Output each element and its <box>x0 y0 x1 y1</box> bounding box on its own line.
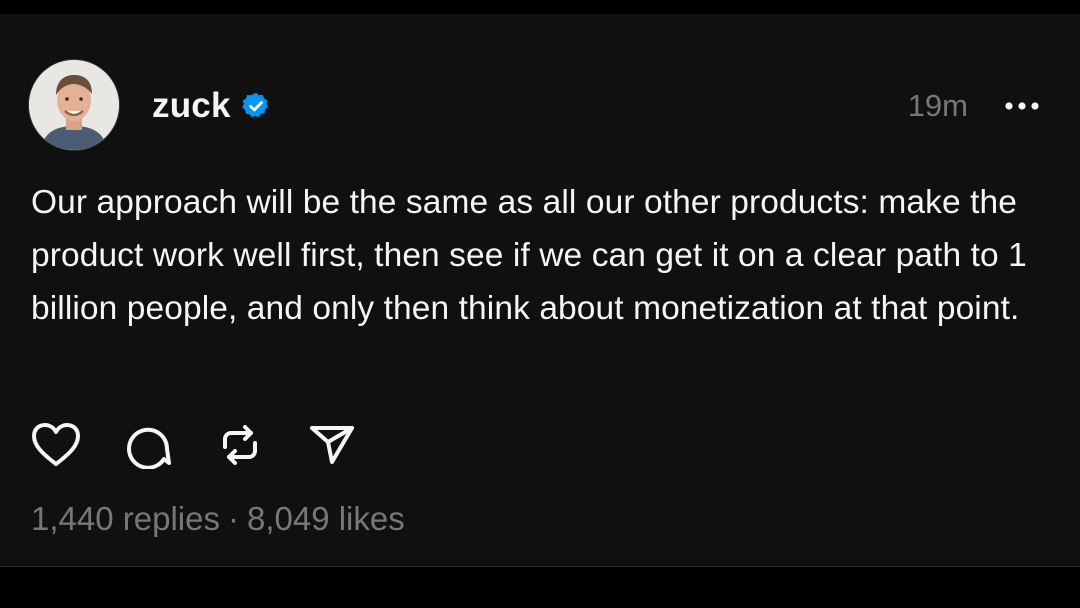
more-options-icon[interactable] <box>1000 92 1044 120</box>
likes-count[interactable]: 8,049 likes <box>247 500 405 538</box>
post-card: zuck 19m Our approach will be the same a… <box>0 14 1080 566</box>
repost-icon <box>223 425 257 465</box>
verified-badge-icon <box>241 91 271 121</box>
reply-button[interactable] <box>121 418 175 472</box>
share-button[interactable] <box>305 418 359 472</box>
avatar-image <box>29 60 119 150</box>
post-author: zuck <box>152 86 271 126</box>
repost-button[interactable] <box>213 418 267 472</box>
divider <box>0 566 1080 567</box>
username[interactable]: zuck <box>152 86 231 126</box>
post-text: Our approach will be the same as all our… <box>31 184 1027 327</box>
comment-icon <box>127 427 171 469</box>
like-button[interactable] <box>29 418 83 472</box>
replies-count[interactable]: 1,440 replies <box>31 500 220 538</box>
avatar[interactable] <box>29 60 119 150</box>
stats-separator: · <box>227 500 239 537</box>
post-actions <box>29 418 397 472</box>
send-icon <box>310 426 354 464</box>
heart-icon <box>32 423 80 466</box>
post-timestamp: 19m <box>907 88 968 123</box>
post-stats: 1,440 replies · 8,049 likes <box>31 500 405 538</box>
